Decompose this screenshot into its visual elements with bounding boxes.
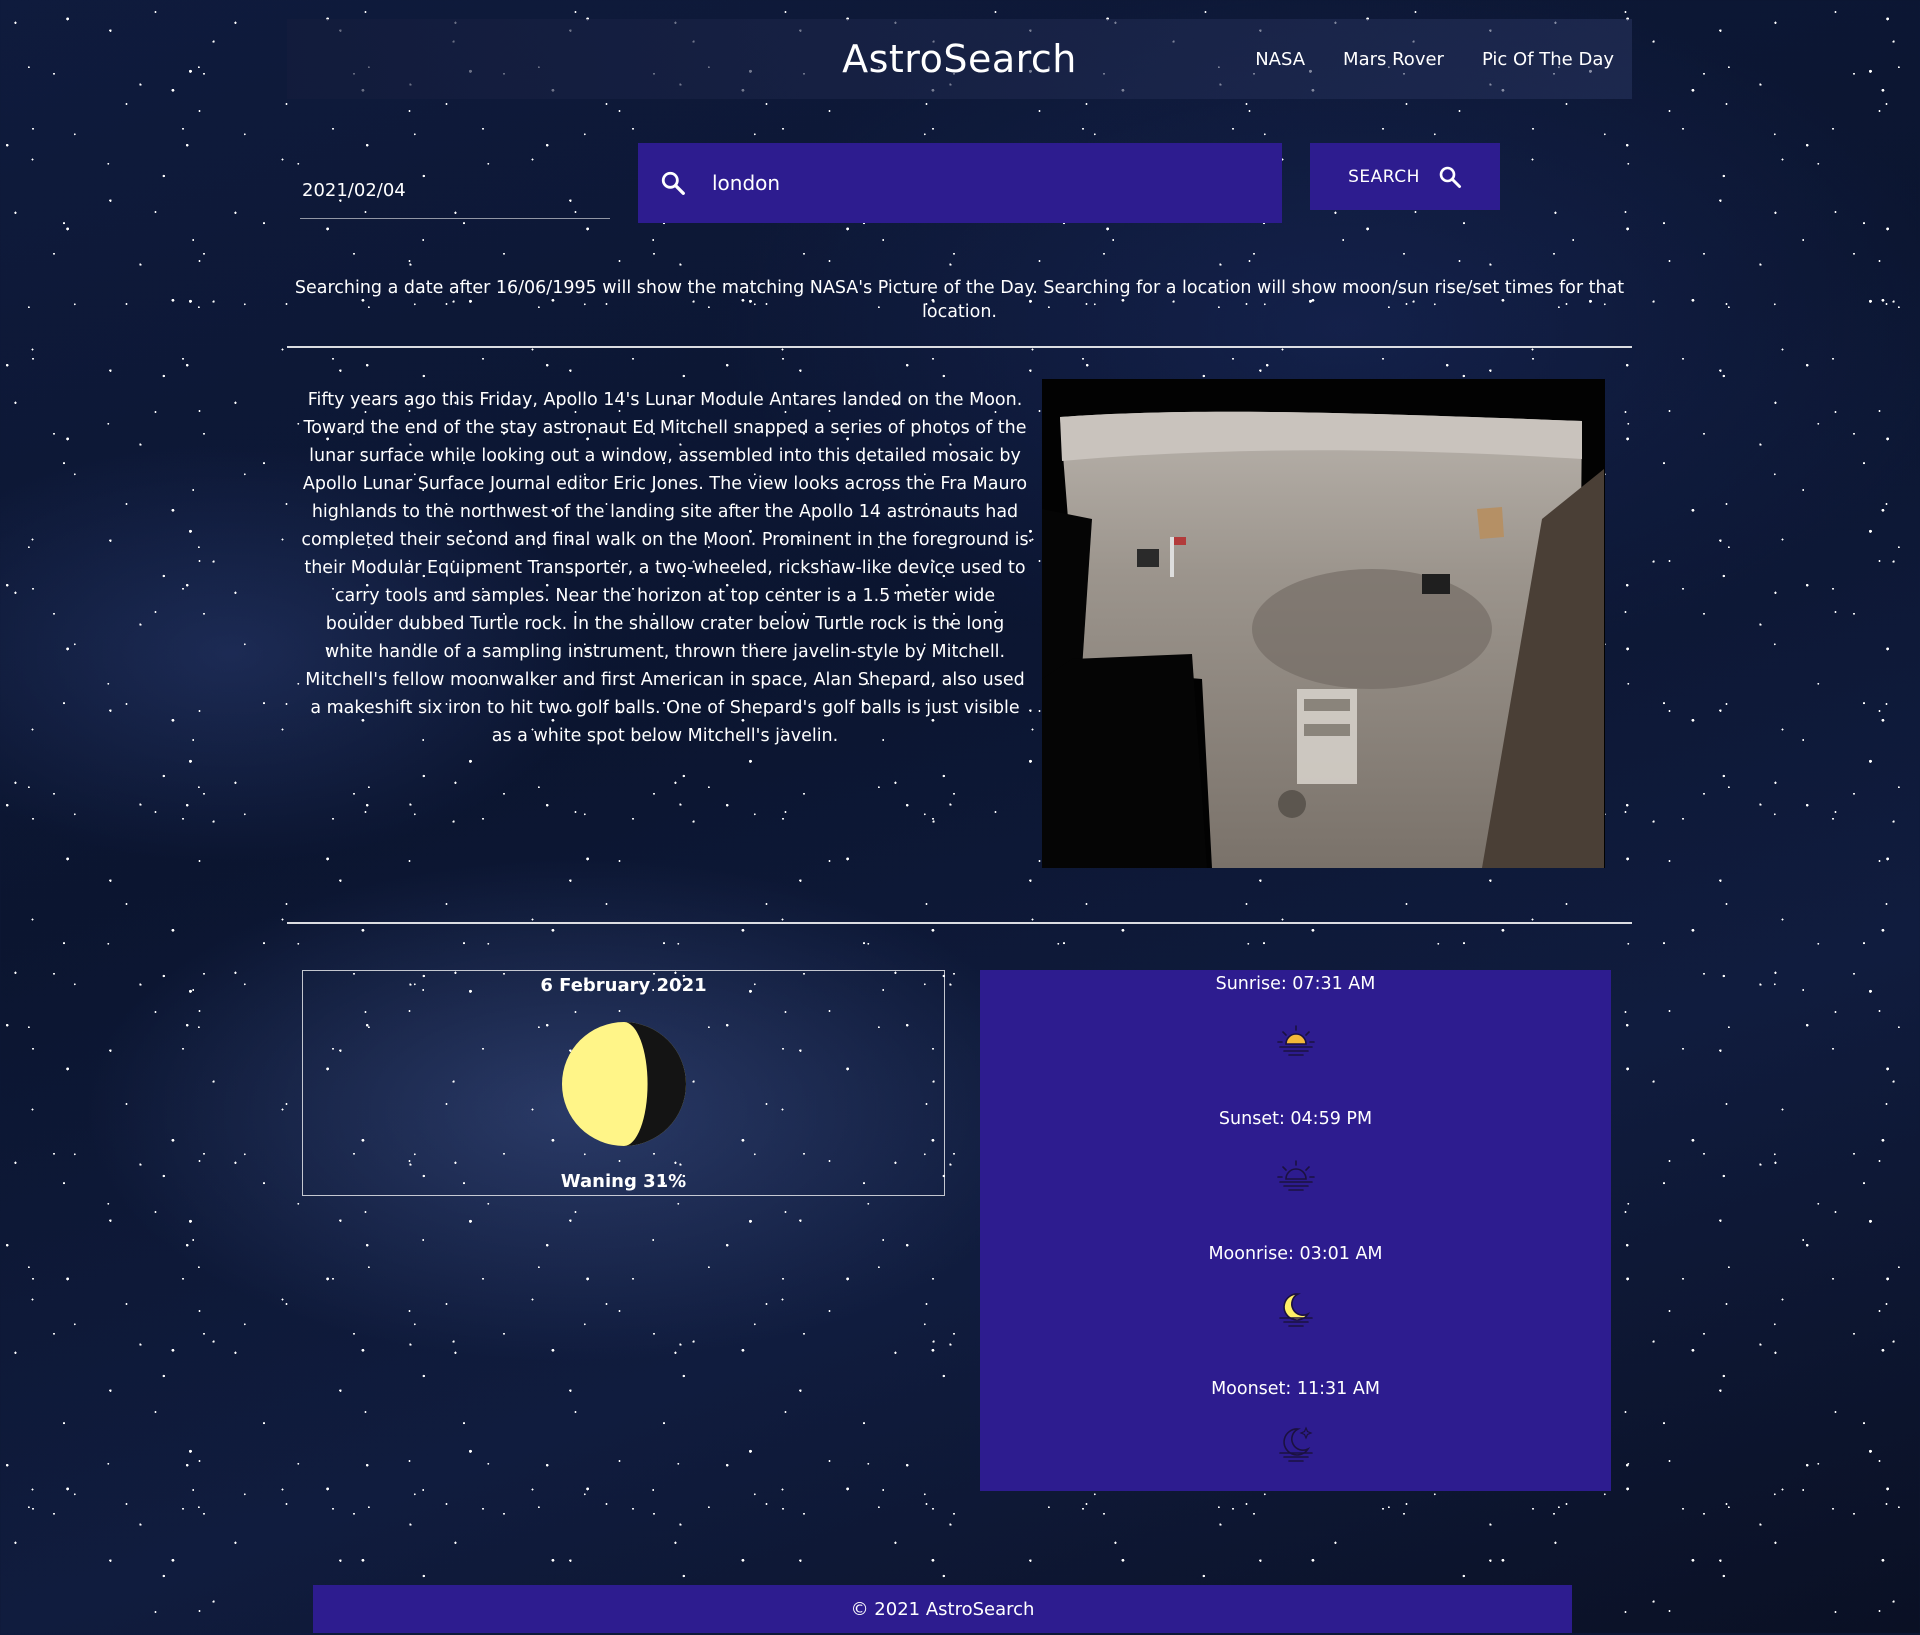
moonrise-icon: [1278, 1293, 1313, 1327]
sunrise-item: Sunrise: 07:31 AM: [980, 972, 1611, 1058]
search-hint: Searching a date after 16/06/1995 will s…: [294, 278, 1625, 322]
nav-link-pic-of-the-day[interactable]: Pic Of The Day: [1482, 49, 1614, 70]
sunrise-label: Sunrise: 07:31 AM: [1215, 974, 1376, 994]
sunrise-icon: [1276, 1025, 1315, 1056]
moon-phase-card: 6 February 2021 Waning 31%: [302, 970, 945, 1196]
nav-link-mars-rover[interactable]: Mars Rover: [1343, 49, 1444, 70]
rise-set-times-card: Sunrise: 07:31 AM Sunset: 04:59 PM Moonr…: [980, 970, 1611, 1491]
date-field: [300, 170, 614, 219]
apod-image[interactable]: [1042, 379, 1605, 868]
moonrise-label: Moonrise: 03:01 AM: [1208, 1244, 1383, 1264]
divider: [287, 346, 1632, 348]
search-icon: [661, 171, 685, 195]
moonset-item: Moonset: 11:31 AM: [980, 1377, 1611, 1463]
lunar-surface-photo: [1042, 379, 1605, 868]
date-input[interactable]: [300, 170, 614, 211]
moon-phase-icon: [562, 1022, 686, 1146]
nav-link-nasa[interactable]: NASA: [1255, 49, 1305, 70]
search-button[interactable]: SEARCH: [1310, 143, 1500, 210]
site-footer: © 2021 AstroSearch: [313, 1585, 1572, 1633]
search-icon: [1439, 166, 1461, 188]
site-header: AstroSearch NASA Mars Rover Pic Of The D…: [287, 19, 1632, 99]
main-nav: NASA Mars Rover Pic Of The Day: [1255, 49, 1614, 70]
moonrise-item: Moonrise: 03:01 AM: [980, 1242, 1611, 1328]
search-button-label: SEARCH: [1348, 166, 1420, 187]
moonset-label: Moonset: 11:31 AM: [1211, 1379, 1380, 1399]
sunset-item: Sunset: 04:59 PM: [980, 1107, 1611, 1193]
apod-explanation: Fifty years ago this Friday, Apollo 14's…: [301, 390, 1029, 746]
sunset-icon: [1276, 1160, 1315, 1191]
sunset-label: Sunset: 04:59 PM: [1218, 1109, 1373, 1129]
location-search-box: [638, 143, 1282, 223]
moon-phase-label: Waning 31%: [560, 1171, 687, 1192]
moon-date: 6 February 2021: [540, 975, 707, 996]
divider: [287, 922, 1632, 924]
moonset-icon: [1278, 1426, 1313, 1462]
location-input[interactable]: [710, 170, 1274, 196]
